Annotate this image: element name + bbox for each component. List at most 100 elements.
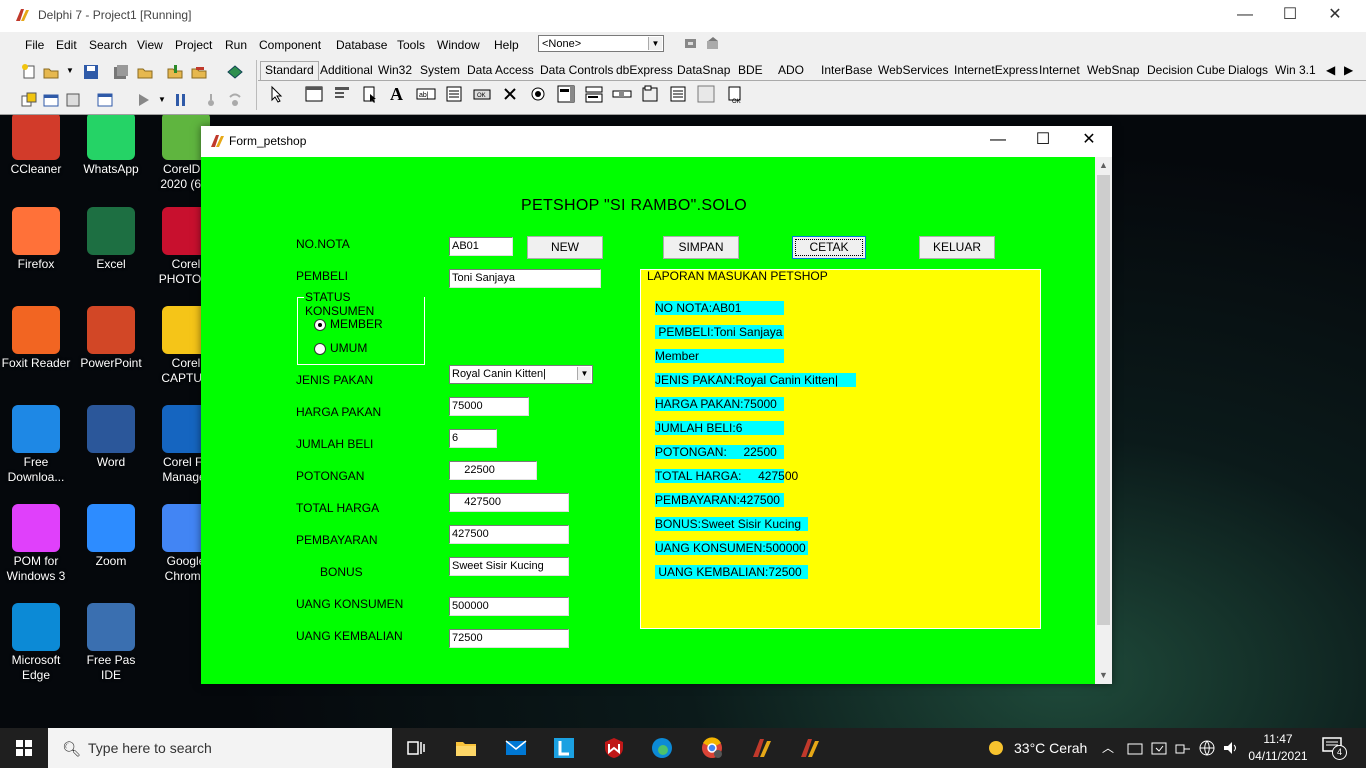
step-over-icon[interactable] <box>226 91 244 109</box>
chrome-profile-icon[interactable] <box>700 736 724 760</box>
desktop-icon-whatsapp[interactable]: WhatsApp <box>75 112 147 177</box>
pembayaran-input[interactable]: 427500 <box>449 525 569 544</box>
desktop-icon-pom-for-windows-3[interactable]: POM for Windows 3 <box>0 504 72 584</box>
save-all-icon[interactable] <box>112 63 130 81</box>
chevron-down-icon[interactable]: ▼ <box>158 95 166 104</box>
tab-interbase[interactable]: InterBase <box>821 63 872 77</box>
chevron-down-icon[interactable]: ▼ <box>577 367 591 380</box>
frame-icon[interactable] <box>304 84 324 104</box>
chevron-down-icon[interactable]: ▼ <box>66 66 74 75</box>
tab-websnap[interactable]: WebSnap <box>1087 63 1139 77</box>
security-icon[interactable] <box>1150 736 1168 760</box>
scroll-down-icon[interactable]: ▼ <box>1095 667 1112 684</box>
radio-button-icon[interactable] <box>528 84 548 104</box>
tab-dbexpress[interactable]: dbExpress <box>616 63 673 77</box>
ide-close-button[interactable]: ✕ <box>1312 0 1358 32</box>
taskbar-search-box[interactable]: 🔍︎ Type here to search <box>48 728 392 768</box>
configuration-combo[interactable]: <None> ▼ <box>538 35 664 52</box>
radiogroup-icon[interactable] <box>668 84 688 104</box>
add-file-icon[interactable] <box>166 63 184 81</box>
panel-icon[interactable] <box>696 84 716 104</box>
menu-help[interactable]: Help <box>494 38 519 52</box>
palette-scroll-right[interactable]: ▶ <box>1344 63 1353 77</box>
popup-menu-icon[interactable] <box>360 84 380 104</box>
pointer-icon[interactable] <box>266 84 286 104</box>
tab-decision-cube[interactable]: Decision Cube <box>1147 63 1225 77</box>
weather-sun-icon[interactable] <box>984 736 1008 760</box>
listbox-icon[interactable] <box>556 84 576 104</box>
tab-standard[interactable]: Standard <box>260 61 319 80</box>
scrollbar-icon[interactable] <box>612 84 632 104</box>
tab-internetexpress[interactable]: InternetExpress <box>954 63 1038 77</box>
desktop-icon-microsoft-edge[interactable]: Microsoft Edge <box>0 603 72 683</box>
button-component-icon[interactable]: OK <box>472 84 492 104</box>
cpu-icon[interactable] <box>682 35 700 53</box>
menu-tools[interactable]: Tools <box>397 38 425 52</box>
help-book-icon[interactable] <box>226 63 244 81</box>
open-icon[interactable] <box>42 63 60 81</box>
keluar-button[interactable]: KELUAR <box>919 236 995 259</box>
form-close-button[interactable]: ✕ <box>1066 126 1112 156</box>
system-clock[interactable]: 11:47 04/11/2021 <box>1248 731 1308 765</box>
form-title-bar[interactable]: Form_petshop — ☐ ✕ <box>201 126 1112 157</box>
scroll-thumb[interactable] <box>1097 175 1110 625</box>
remove-file-icon[interactable] <box>190 63 208 81</box>
desktop-icon-zoom[interactable]: Zoom <box>75 504 147 569</box>
mcafee-shield-icon[interactable] <box>602 736 626 760</box>
view-form-icon[interactable] <box>42 91 60 109</box>
menu-run[interactable]: Run <box>225 38 247 52</box>
edge-browser-icon[interactable] <box>650 736 674 760</box>
scroll-up-icon[interactable]: ▲ <box>1095 157 1112 174</box>
meet-now-icon[interactable] <box>1126 736 1144 760</box>
open-project-icon[interactable] <box>136 63 154 81</box>
tab-win31[interactable]: Win 3.1 <box>1275 63 1316 77</box>
tab-bde[interactable]: BDE <box>738 63 763 77</box>
tab-data-access[interactable]: Data Access <box>467 63 534 77</box>
tab-webservices[interactable]: WebServices <box>878 63 948 77</box>
desktop-icon-ccleaner[interactable]: CCleaner <box>0 112 72 177</box>
task-view-icon[interactable] <box>404 736 428 760</box>
tab-ado[interactable]: ADO <box>778 63 804 77</box>
view-unit-icon[interactable] <box>20 91 38 109</box>
tab-internet[interactable]: Internet <box>1039 63 1080 77</box>
language-icon[interactable] <box>1174 736 1192 760</box>
desktop-icon-powerpoint[interactable]: PowerPoint <box>75 306 147 371</box>
uang-konsumen-input[interactable]: 500000 <box>449 597 569 616</box>
tools-icon[interactable] <box>704 35 722 53</box>
bonus-input[interactable]: Sweet Sisir Kucing <box>449 557 569 576</box>
edit-component-icon[interactable]: ab| <box>416 84 436 104</box>
total-harga-input[interactable]: 427500 <box>449 493 569 512</box>
memo-icon[interactable] <box>444 84 464 104</box>
menu-database[interactable]: Database <box>336 38 387 52</box>
pembeli-input[interactable]: Toni Sanjaya <box>449 269 601 288</box>
uang-kembalian-input[interactable]: 72500 <box>449 629 569 648</box>
tab-dialogs[interactable]: Dialogs <box>1228 63 1268 77</box>
groupbox-icon[interactable] <box>640 84 660 104</box>
desktop-icon-excel[interactable]: Excel <box>75 207 147 272</box>
menu-search[interactable]: Search <box>89 38 127 52</box>
jenis-pakan-combo[interactable]: Royal Canin Kitten| ▼ <box>449 365 593 384</box>
simpan-button[interactable]: SIMPAN <box>663 236 739 259</box>
label-component-icon[interactable]: A <box>390 84 403 105</box>
toggle-form-unit-icon[interactable] <box>64 91 82 109</box>
no-nota-input[interactable]: AB01 <box>449 237 513 256</box>
weather-text[interactable]: 33°C Cerah <box>1014 728 1087 768</box>
actionlist-icon[interactable]: OK <box>726 84 746 104</box>
new-form-icon[interactable] <box>96 91 114 109</box>
menu-view[interactable]: View <box>137 38 163 52</box>
desktop-icon-free-pas-ide[interactable]: Free Pas IDE <box>75 603 147 683</box>
combobox-icon[interactable] <box>584 84 604 104</box>
ide-minimize-button[interactable]: — <box>1222 0 1268 32</box>
run-icon[interactable] <box>134 91 152 109</box>
chevron-up-icon[interactable]: ︿ <box>1102 728 1114 768</box>
harga-pakan-input[interactable]: 75000 <box>449 397 529 416</box>
desktop-icon-foxit-reader[interactable]: Foxit Reader <box>0 306 72 371</box>
delphi-app-taskbar-icon[interactable] <box>798 736 822 760</box>
mail-icon[interactable] <box>504 736 528 760</box>
delphi-ide-taskbar-icon[interactable] <box>750 736 774 760</box>
new-icon[interactable] <box>20 63 38 81</box>
radio-member[interactable] <box>314 319 326 331</box>
tab-additional[interactable]: Additional <box>320 63 373 77</box>
radio-umum-label[interactable]: UMUM <box>330 341 367 355</box>
menu-project[interactable]: Project <box>175 38 212 52</box>
